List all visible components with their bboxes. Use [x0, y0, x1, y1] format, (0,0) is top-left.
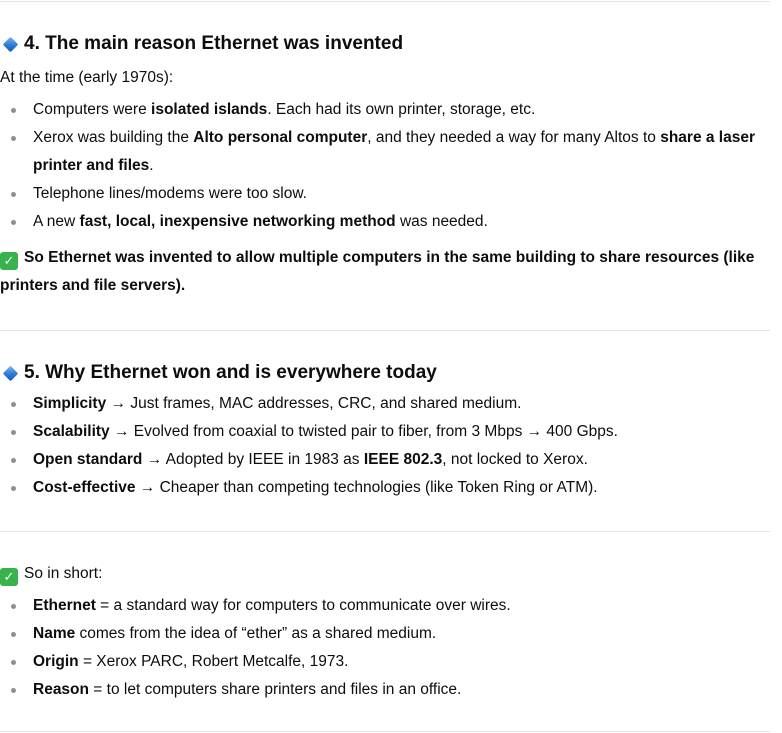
white-check-mark-icon: ✓: [0, 568, 18, 586]
section-4-heading: 4. The main reason Ethernet was invented: [0, 31, 782, 57]
bullet-dot: [11, 136, 16, 141]
section-4-list: Computers were isolated islands. Each ha…: [0, 96, 782, 236]
list-item: Name comes from the idea of “ether” as a…: [0, 620, 773, 648]
section-summary: ✓ So in short: Ethernet = a standard way …: [0, 560, 782, 704]
bullet-dot: [11, 632, 16, 637]
bullet-dot: [11, 402, 16, 407]
small-blue-diamond-icon: [2, 365, 19, 381]
section-5-list: Simplicity → Just frames, MAC addresses,…: [0, 390, 782, 502]
bullet-dot: [11, 192, 16, 197]
list-item: Origin = Xerox PARC, Robert Metcalfe, 19…: [0, 648, 773, 676]
list-item: Open standard → Adopted by IEEE in 1983 …: [0, 446, 773, 474]
list-item: Ethernet = a standard way for computers …: [0, 592, 773, 620]
bullet-dot: [11, 660, 16, 665]
section-4-intro: At the time (early 1970s):: [0, 69, 174, 86]
white-check-mark-icon: ✓: [0, 252, 18, 270]
list-item: Xerox was building the Alto personal com…: [0, 124, 773, 180]
section-main-reason: 4. The main reason Ethernet was invented…: [0, 31, 782, 300]
divider: [0, 330, 770, 331]
bullet-dot: [11, 486, 16, 491]
bullet-dot: [11, 108, 16, 113]
bullet-dot: [11, 430, 16, 435]
list-item: Reason = to let computers share printers…: [0, 676, 773, 704]
section-4-conclusion: ✓ So Ethernet was invented to allow multi…: [0, 249, 755, 294]
list-item: Simplicity → Just frames, MAC addresses,…: [0, 390, 773, 418]
section-5-title: 5. Why Ethernet won and is everywhere to…: [24, 362, 437, 383]
list-item: Computers were isolated islands. Each ha…: [0, 96, 773, 124]
bullet-dot: [11, 688, 16, 693]
section-4-title: 4. The main reason Ethernet was invented: [24, 33, 404, 54]
section-5-heading: 5. Why Ethernet won and is everywhere to…: [0, 360, 782, 386]
top-divider: [0, 1, 770, 2]
summary-title: ✓ So in short:: [0, 560, 782, 588]
bullet-dot: [11, 220, 16, 225]
bottom-divider: [0, 731, 770, 732]
list-item: Scalability → Evolved from coaxial to tw…: [0, 418, 773, 446]
small-blue-diamond-icon: [2, 36, 19, 52]
bullet-dot: [11, 604, 16, 609]
list-item: A new fast, local, inexpensive networkin…: [0, 208, 773, 236]
list-item: Cost-effective → Cheaper than competing …: [0, 474, 773, 502]
section-why-won: 5. Why Ethernet won and is everywhere to…: [0, 360, 782, 502]
divider: [0, 531, 770, 532]
summary-list: Ethernet = a standard way for computers …: [0, 592, 782, 704]
list-item: Telephone lines/modems were too slow.: [0, 180, 773, 208]
bullet-dot: [11, 458, 16, 463]
